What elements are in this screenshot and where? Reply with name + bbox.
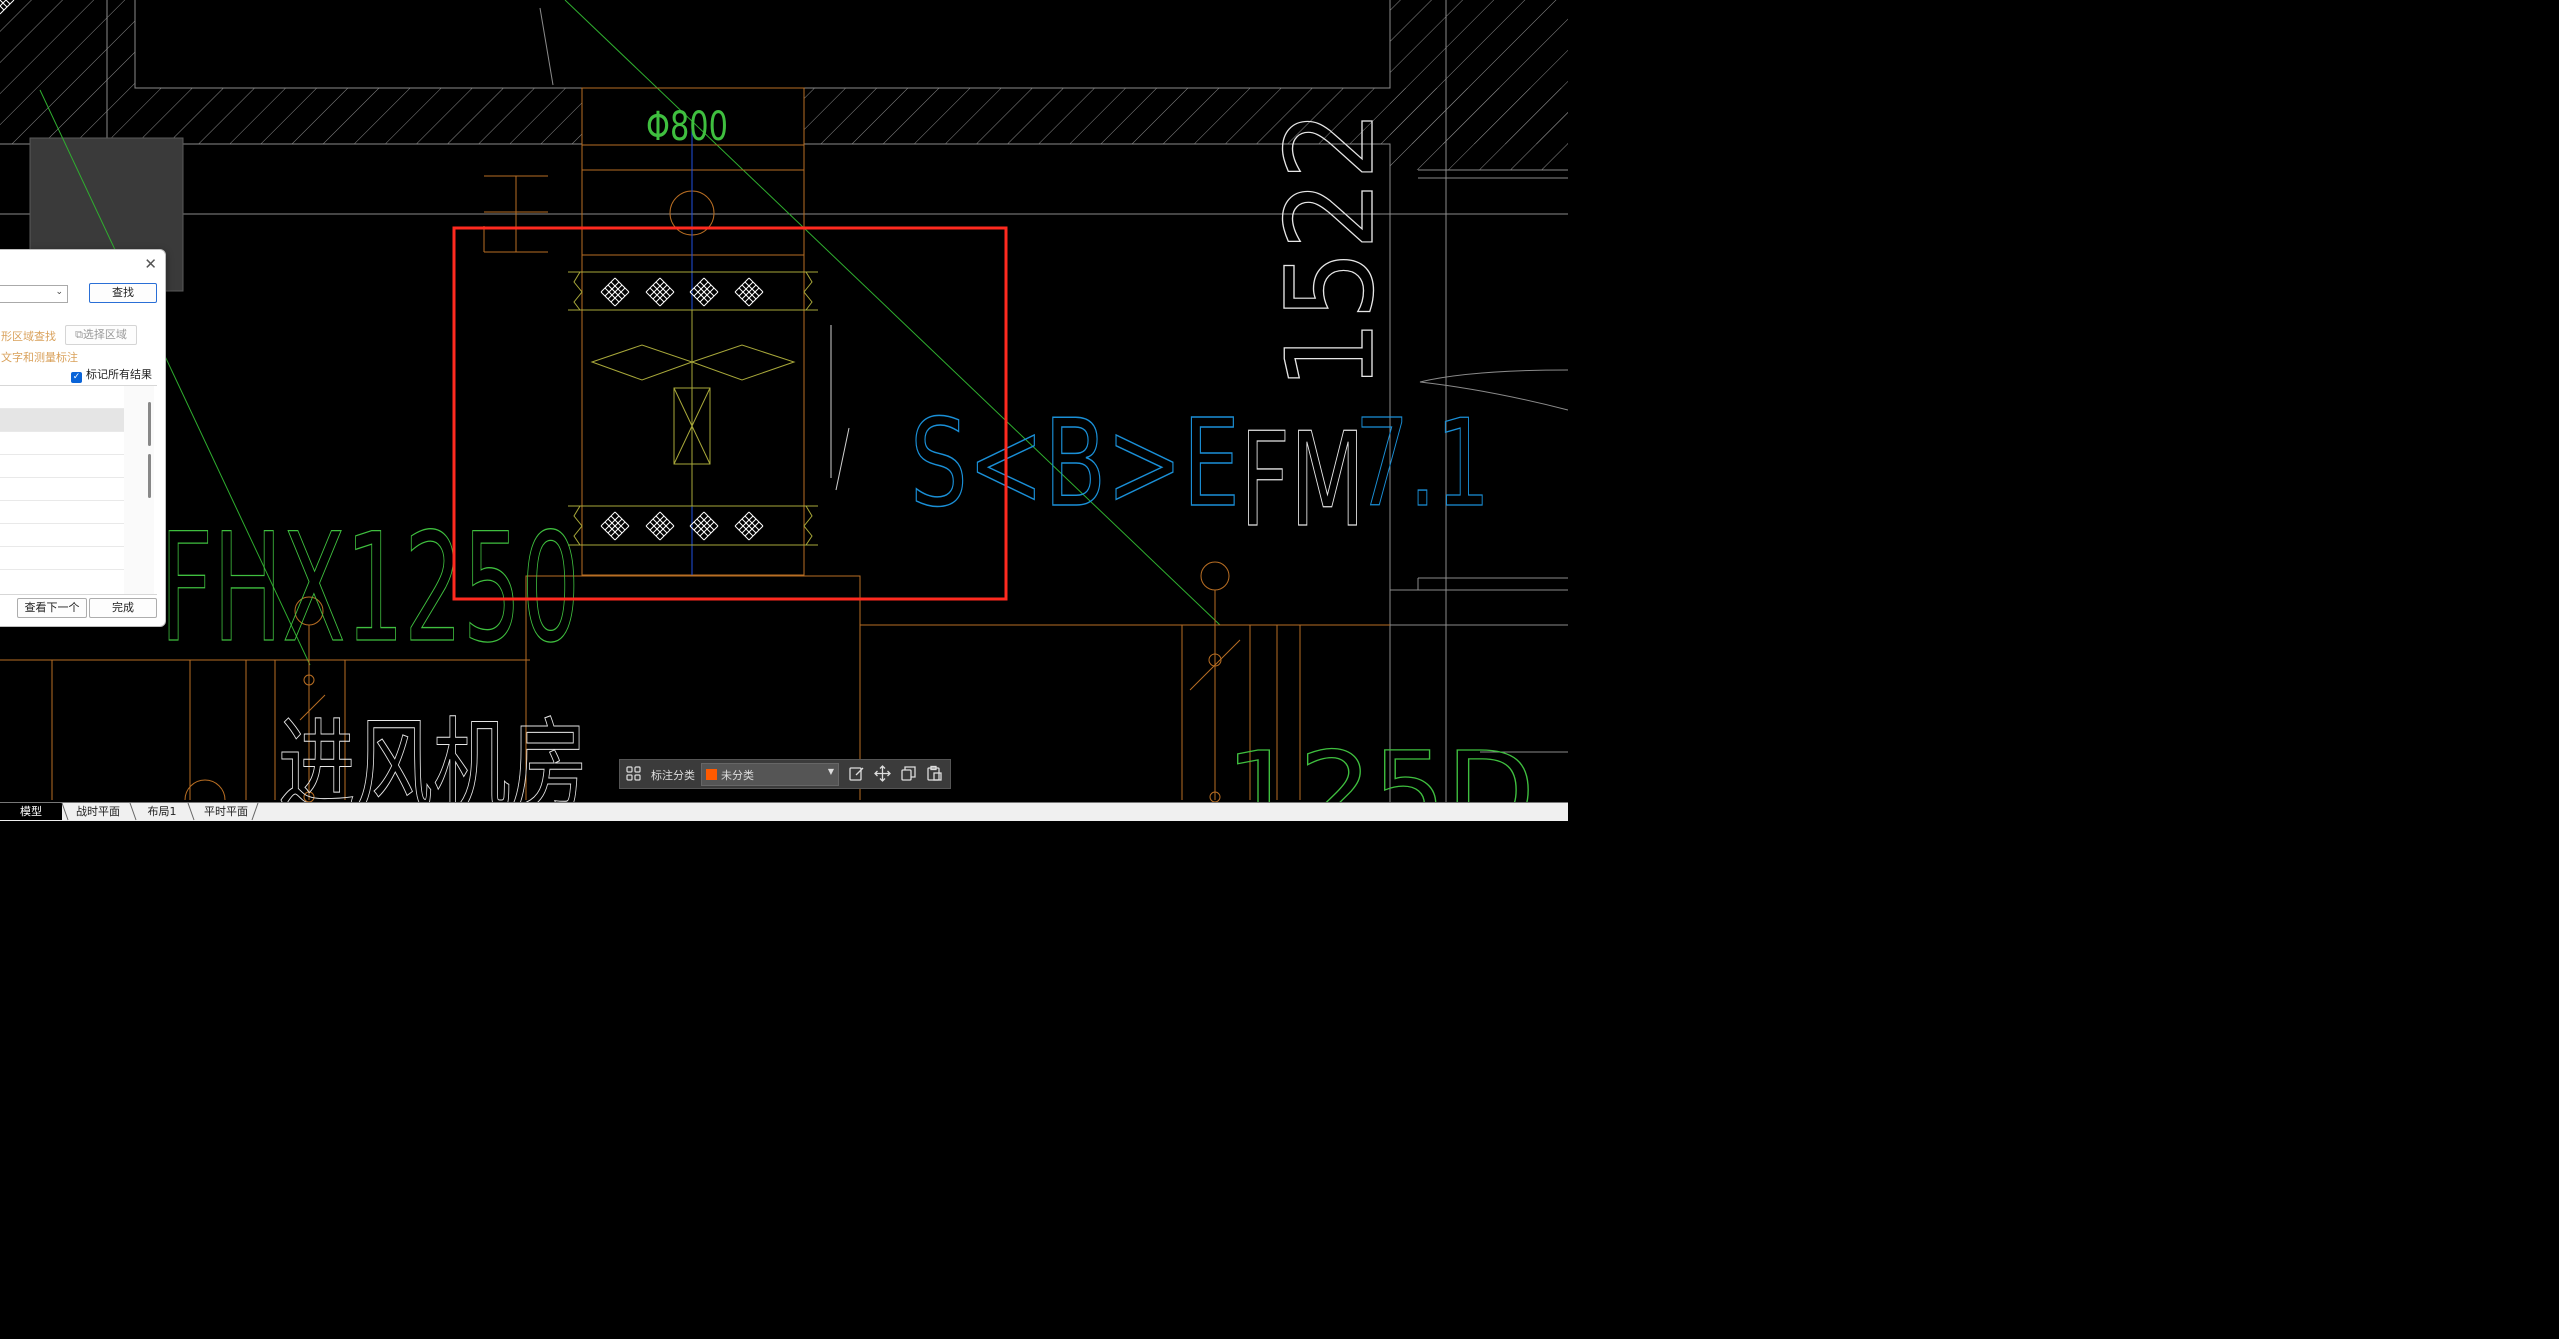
category-label: 标注分类 <box>651 769 695 782</box>
category-value: 未分类 <box>721 769 754 782</box>
checkmark-icon: ✓ <box>71 372 82 383</box>
done-button[interactable]: 完成 <box>89 598 157 618</box>
fm-label: FM <box>1240 404 1365 556</box>
room-label: 进风机房 <box>278 707 588 802</box>
grid-icon[interactable] <box>626 766 641 781</box>
dropdown-arrow-icon: ▼ <box>827 767 834 776</box>
list-item[interactable] <box>0 478 126 501</box>
results-list[interactable] <box>0 385 157 595</box>
text-measure-option[interactable]: 文字和测量标注 <box>1 349 78 365</box>
mark-all-checkbox[interactable]: ✓ 标记所有结果 <box>71 366 152 383</box>
category-color-swatch <box>706 769 717 780</box>
list-item[interactable] <box>0 501 126 524</box>
rect-region-search-link[interactable]: 形区域查找 <box>1 328 56 344</box>
copy-icon[interactable] <box>900 765 917 782</box>
find-dialog: ✕ ⌄ 查找 形区域查找 ⧉选择区域 文字和测量标注 ✓ 标记所有结果 查看下一个… <box>0 249 166 627</box>
value-7-1-label: 7.1 <box>1355 395 1490 534</box>
list-item[interactable] <box>0 524 126 547</box>
white-marks <box>830 325 850 491</box>
diameter-label: Φ800 <box>646 104 728 150</box>
close-icon[interactable]: ✕ <box>144 255 157 273</box>
list-item[interactable] <box>0 432 126 455</box>
sbe-label: S<B>E <box>910 395 1240 534</box>
fhx-label: FHX1250 <box>160 502 580 676</box>
list-item[interactable] <box>0 455 126 478</box>
cad-drawing-canvas[interactable]: Φ800 FHX1250 S<B>E FM 1522 7.1 进风机房 125D <box>0 0 1568 802</box>
select-region-button[interactable]: ⧉选择区域 <box>65 325 137 345</box>
list-item[interactable] <box>0 547 126 570</box>
layout-tab-bar: 模型 战时平面 布局1 平时平面 <box>0 802 1568 821</box>
view-next-button[interactable]: 查看下一个 <box>17 598 87 618</box>
annotation-toolbar: 标注分类 未分类 ▼ <box>619 759 951 789</box>
edit-icon[interactable] <box>848 765 865 782</box>
scrollbar-thumb[interactable] <box>148 454 151 498</box>
list-item[interactable] <box>0 409 126 432</box>
move-icon[interactable] <box>874 765 891 782</box>
list-item[interactable] <box>0 386 126 409</box>
results-scrollbar[interactable] <box>124 386 154 594</box>
chevron-down-icon: ⌄ <box>55 287 63 297</box>
paste-icon[interactable] <box>926 765 943 782</box>
bottom-right-label: 125D <box>1225 728 1535 802</box>
scrollbar-thumb[interactable] <box>148 402 151 446</box>
tab-separators <box>61 803 259 821</box>
fan-fitting <box>568 271 818 546</box>
value-1522-label: 1522 <box>1262 110 1401 390</box>
find-button[interactable]: 查找 <box>89 283 157 303</box>
region-icon: ⧉ <box>75 328 83 341</box>
category-dropdown[interactable]: 未分类 ▼ <box>701 763 839 786</box>
find-scope-dropdown[interactable]: ⌄ <box>0 285 68 303</box>
